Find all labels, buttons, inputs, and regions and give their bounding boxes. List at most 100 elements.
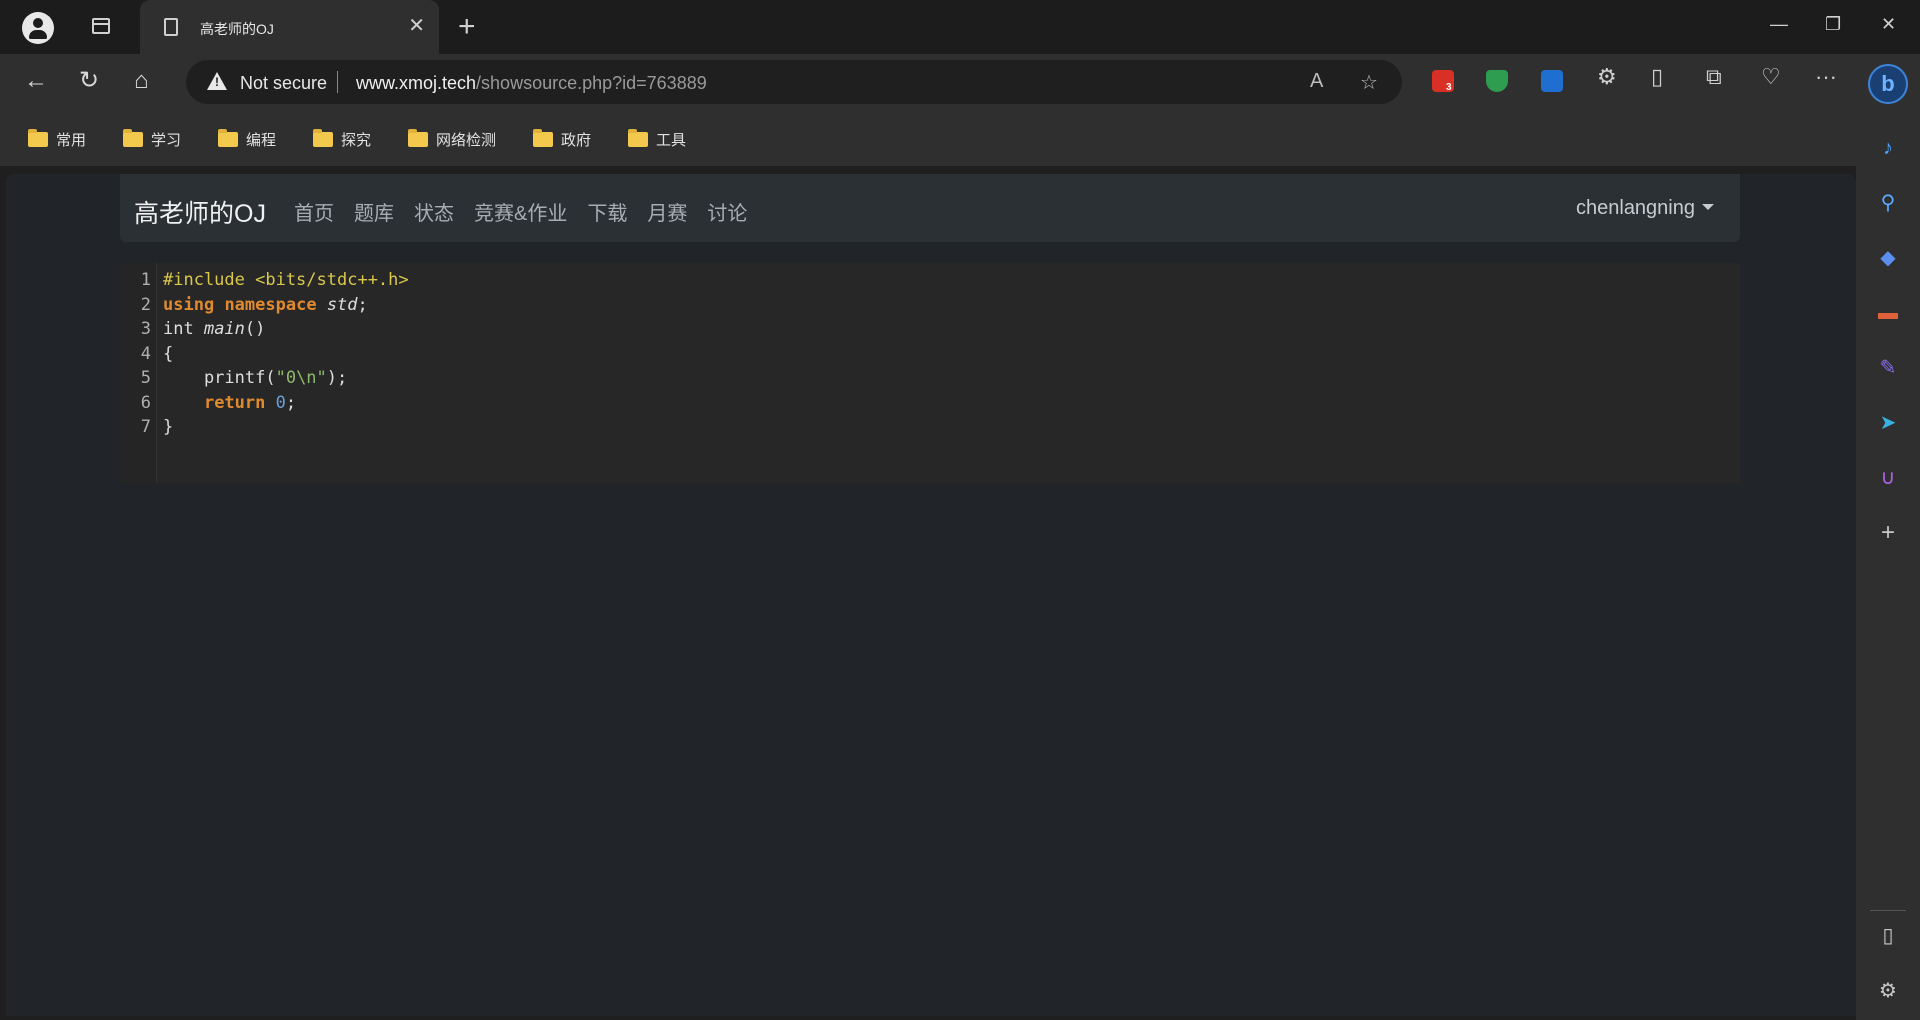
bookmark-label: 探究 [341, 132, 372, 149]
bell-icon[interactable]: ♪ [1877, 137, 1899, 159]
code-line: #include <bits/stdc++.h> [163, 270, 409, 290]
close-window-icon[interactable]: ✕ [1881, 14, 1896, 35]
read-aloud-icon[interactable]: A [1310, 70, 1323, 93]
split-screen-icon[interactable]: ▯ [1651, 64, 1663, 90]
favorite-star-icon[interactable]: ☆ [1360, 70, 1378, 95]
code-token: ; [357, 294, 368, 315]
security-label[interactable]: Not secure [240, 73, 327, 94]
site-nav-links: 首页 题库 状态 竞赛&作业 下载 月赛 讨论 [294, 197, 767, 226]
folder-icon [28, 129, 48, 147]
restore-icon[interactable]: ❐ [1825, 14, 1841, 35]
browser-toolbar: ← ↻ ⌂ Not secure www.xmoj.tech/showsourc… [0, 54, 1920, 110]
home-icon[interactable]: ⌂ [134, 66, 149, 96]
magnet-icon[interactable]: ∪ [1877, 467, 1899, 489]
url-path: /showsource.php?id=763889 [476, 73, 707, 93]
code-line: int main() [163, 319, 265, 339]
divider [337, 71, 338, 93]
code-token: using [163, 294, 215, 315]
source-code-viewer: 1 2 3 4 5 6 7 #include <bits/stdc++.h> using na… [120, 263, 1740, 483]
code-token: main [203, 319, 245, 339]
bookmark-folder[interactable]: 政府 [533, 129, 591, 150]
site-brand[interactable]: 高老师的OJ [134, 194, 266, 230]
bookmark-folder[interactable]: 探究 [313, 129, 371, 150]
search-icon[interactable]: ⚲ [1877, 192, 1899, 214]
new-tab-icon[interactable]: + [458, 12, 476, 42]
copilot-icon[interactable]: b [1868, 64, 1908, 104]
url-host: www.xmoj.tech [356, 73, 477, 93]
code-token: } [163, 417, 174, 437]
bookmark-label: 常用 [56, 132, 87, 149]
code-line: { [163, 344, 173, 364]
bookmarks-bar: 常用 学习 编程 探究 网络检测 政府 工具 [0, 110, 1920, 166]
toolbox-icon[interactable]: ▬ [1877, 302, 1899, 324]
code-line: } [163, 417, 173, 437]
add-icon[interactable]: + [1877, 521, 1899, 545]
code-token: ; [285, 392, 297, 413]
user-dropdown[interactable]: chenlangning [1576, 197, 1714, 220]
nav-link-download[interactable]: 下载 [587, 197, 627, 226]
bookmark-label: 学习 [151, 132, 182, 149]
sidebar-layout-icon[interactable]: ▯ [1877, 925, 1899, 947]
nav-link-monthly[interactable]: 月赛 [647, 197, 687, 226]
code-token: #include <bits/stdc++.h> [163, 270, 409, 290]
nav-link-discuss[interactable]: 讨论 [707, 197, 747, 226]
line-number: 6 [140, 392, 151, 413]
folder-icon [218, 129, 238, 147]
bookmark-folder[interactable]: 常用 [28, 129, 86, 150]
code-line: return 0; [163, 393, 296, 413]
code-token: ); [326, 368, 348, 388]
code-token: { [163, 343, 174, 364]
bookmark-label: 编程 [246, 132, 277, 149]
line-number-gutter: 1 2 3 4 5 6 7 [120, 263, 157, 483]
title-bar: 高老师的OJ ✕ + — ❐ ✕ [0, 0, 1920, 54]
bookmark-folder[interactable]: 工具 [628, 129, 686, 150]
more-menu-icon[interactable]: ··· [1815, 64, 1837, 90]
profile-avatar-icon[interactable] [22, 12, 54, 44]
address-bar[interactable]: Not secure www.xmoj.tech/showsource.php?… [186, 60, 1402, 104]
edge-sidebar: ♪ ⚲ ◆ ▬ ✎ ➤ ∪ + ▯ ⚙ [1856, 110, 1920, 1020]
bookmark-label: 网络检测 [436, 132, 497, 149]
tab-actions-icon[interactable] [92, 18, 110, 34]
tab-close-icon[interactable]: ✕ [408, 14, 425, 38]
code-token: std [326, 294, 358, 315]
tag-icon[interactable]: ◆ [1877, 247, 1899, 269]
folder-icon [123, 129, 143, 147]
line-number: 2 [140, 294, 151, 315]
extension-red-icon[interactable]: 3 [1432, 70, 1454, 93]
code-token: printf( [163, 368, 276, 388]
refresh-icon[interactable]: ↻ [79, 66, 99, 96]
extensions-puzzle-icon[interactable]: ⚙ [1597, 64, 1617, 90]
settings-icon[interactable]: ⚙ [1877, 980, 1899, 1002]
nav-link-home[interactable]: 首页 [294, 197, 334, 226]
code-token: return [203, 392, 266, 413]
bookmark-folder[interactable]: 编程 [218, 129, 276, 150]
extension-badge: 3 [1446, 82, 1452, 93]
z-extension-icon[interactable] [1541, 70, 1563, 92]
minimize-icon[interactable]: — [1770, 14, 1788, 35]
line-number: 7 [140, 417, 151, 437]
browser-essentials-icon[interactable]: ♡ [1761, 64, 1781, 90]
nav-link-problems[interactable]: 题库 [354, 197, 394, 226]
send-icon[interactable]: ➤ [1877, 412, 1899, 434]
tab-active[interactable]: 高老师的OJ ✕ [140, 0, 439, 54]
folder-icon [533, 129, 553, 147]
collections-icon[interactable]: ⧉ [1706, 64, 1722, 90]
back-icon[interactable]: ← [24, 66, 48, 96]
line-number: 4 [140, 343, 151, 364]
bookmark-folder[interactable]: 学习 [123, 129, 181, 150]
sidebar-divider [1870, 910, 1906, 911]
shield-extension-icon[interactable] [1486, 70, 1508, 92]
code-token: namespace [224, 294, 317, 315]
nav-link-contests[interactable]: 竞赛&作业 [474, 197, 567, 226]
url-text[interactable]: www.xmoj.tech/showsource.php?id=763889 [356, 73, 707, 94]
warning-icon[interactable] [207, 72, 227, 90]
nav-link-status[interactable]: 状态 [414, 197, 454, 226]
folder-icon [408, 129, 428, 147]
tab-title: 高老师的OJ [200, 21, 274, 37]
line-number: 3 [140, 319, 151, 339]
edit-icon[interactable]: ✎ [1877, 357, 1899, 379]
bookmark-folder[interactable]: 网络检测 [408, 129, 496, 150]
document-icon [164, 18, 178, 36]
